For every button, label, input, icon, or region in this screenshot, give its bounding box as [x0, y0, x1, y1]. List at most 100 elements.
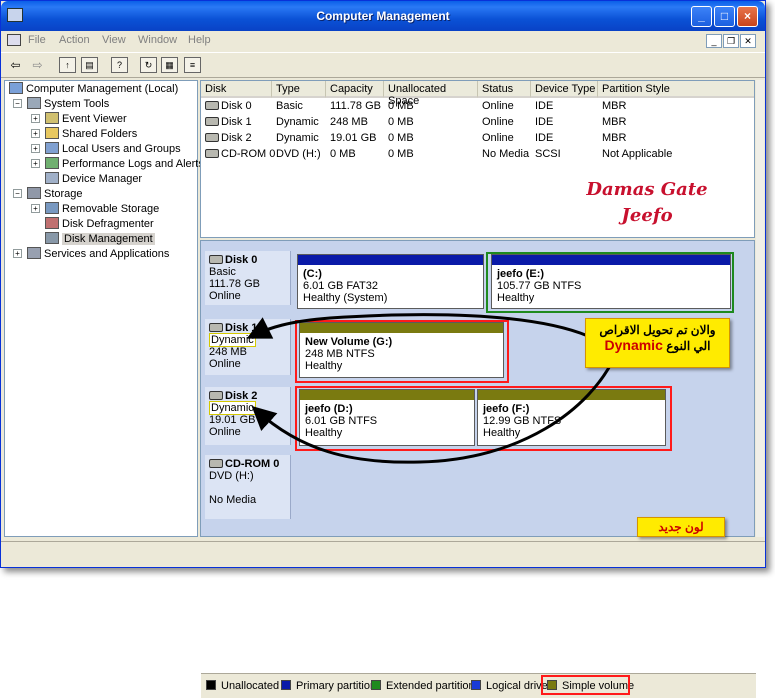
up-folder-icon[interactable]: ↑	[59, 57, 76, 73]
cell-text: 0 MB	[388, 132, 414, 144]
expand-icon[interactable]: +	[31, 204, 40, 213]
new-color-callout: لون جديد	[637, 517, 725, 537]
logical-swatch	[471, 680, 481, 690]
tree-event-viewer[interactable]: + Event Viewer	[31, 112, 127, 127]
tree-storage[interactable]: − Storage	[13, 187, 83, 202]
disk-row-cell: DVD (H:)	[276, 148, 321, 163]
menu-action[interactable]: Action	[59, 34, 90, 46]
unallocated-swatch	[206, 680, 216, 690]
disk-row-cell: MBR	[602, 100, 626, 115]
tree-disk-defragmenter[interactable]: Disk Defragmenter	[45, 217, 154, 232]
cell-text: CD-ROM 0	[221, 148, 276, 160]
primary-swatch	[281, 680, 291, 690]
menu-window[interactable]: Window	[138, 34, 177, 46]
menu-bar: File Action View Window Help _ ❐ ✕	[1, 31, 765, 51]
expand-icon[interactable]: +	[31, 159, 40, 168]
event-viewer-icon	[45, 112, 59, 124]
tree-local-users[interactable]: + Local Users and Groups	[31, 142, 181, 157]
cdrom-0-label[interactable]: CD-ROM 0 DVD (H:) No Media	[205, 455, 291, 519]
collapse-icon[interactable]: −	[13, 99, 22, 108]
menu-file[interactable]: File	[28, 34, 46, 46]
back-arrow-icon[interactable]: ⇦	[7, 57, 24, 73]
legend-primary: Primary partition	[281, 680, 376, 692]
tree-computer-management[interactable]: Computer Management (Local)	[9, 82, 178, 97]
expand-icon[interactable]: +	[13, 249, 22, 258]
cell-text: 19.01 GB	[330, 132, 377, 144]
tree-performance-logs[interactable]: + Performance Logs and Alerts	[31, 157, 204, 172]
cdrom-icon	[209, 459, 223, 468]
maximize-button[interactable]: □	[714, 6, 735, 27]
tree-removable-storage[interactable]: + Removable Storage	[31, 202, 159, 217]
show-hide-tree-icon[interactable]: ▤	[81, 57, 98, 73]
mdi-minimize-button[interactable]: _	[706, 34, 722, 48]
menu-view[interactable]: View	[102, 34, 126, 46]
cell-text: Online	[482, 100, 514, 112]
minimize-button[interactable]: _	[691, 6, 712, 27]
column-header-type[interactable]: Type	[272, 81, 326, 98]
disk-row-cell: Basic	[276, 100, 303, 115]
disk-row-name[interactable]: Disk 0	[205, 100, 252, 115]
forward-arrow-icon[interactable]: ⇨	[29, 57, 46, 73]
volume-e[interactable]: jeefo (E:) 105.77 GB NTFS Healthy	[491, 254, 731, 309]
disk-1-label[interactable]: Disk 1 Dynamic 248 MB Online	[205, 319, 291, 375]
tree-services-applications[interactable]: + Services and Applications	[13, 247, 169, 262]
cell-text: MBR	[602, 116, 627, 128]
column-header-status[interactable]: Status	[478, 81, 531, 98]
properties-icon[interactable]: ▦	[161, 57, 178, 73]
cell-text: MBR	[602, 100, 627, 112]
tree-disk-management[interactable]: Disk Management	[45, 232, 155, 247]
disk-row-cell: IDE	[535, 116, 553, 131]
menu-help[interactable]: Help	[188, 34, 211, 46]
cell-text: IDE	[535, 100, 554, 112]
users-icon	[45, 142, 59, 154]
disk-row-cell: MBR	[602, 116, 626, 131]
expand-icon[interactable]: +	[31, 129, 40, 138]
export-list-icon[interactable]: ≡	[184, 57, 201, 73]
column-header-partition-style[interactable]: Partition Style	[598, 81, 754, 98]
disk-row-cell: Online	[482, 116, 514, 131]
disk-row-name[interactable]: Disk 2	[205, 132, 252, 147]
help-icon[interactable]: ?	[111, 57, 128, 73]
disk-2-label[interactable]: Disk 2 Dynamic 19.01 GB Online	[205, 387, 291, 445]
column-header-capacity[interactable]: Capacity	[326, 81, 384, 98]
disk-row-cell: 0 MB	[330, 148, 356, 163]
disk-row-cell: MBR	[602, 132, 626, 147]
title-bar[interactable]: Computer Management _ □ ×	[1, 1, 765, 31]
volume-c[interactable]: (C:) 6.01 GB FAT32 Healthy (System)	[297, 254, 484, 309]
primary-partition-bar	[298, 255, 483, 265]
disk-row-name[interactable]: Disk 1	[205, 116, 252, 131]
tree-device-manager[interactable]: Device Manager	[45, 172, 142, 187]
column-header-device-type[interactable]: Device Type	[531, 81, 598, 98]
disk-0-label[interactable]: Disk 0 Basic 111.78 GB Online	[205, 251, 291, 305]
cell-text: Dynamic	[276, 116, 319, 128]
column-header-disk[interactable]: Disk	[201, 81, 272, 98]
status-bar	[1, 541, 765, 567]
disk-row-name[interactable]: CD-ROM 0	[205, 148, 275, 163]
cell-text: Online	[482, 132, 514, 144]
vertical-scrollbar[interactable]	[756, 80, 764, 537]
disk-row-cell: 0 MB	[388, 116, 414, 131]
mdi-restore-button[interactable]: ❐	[723, 34, 739, 48]
disk-icon	[205, 101, 219, 110]
disk-row-cell: Dynamic	[276, 132, 319, 147]
refresh-icon[interactable]: ↻	[140, 57, 157, 73]
folder-icon	[45, 127, 59, 139]
collapse-icon[interactable]: −	[13, 189, 22, 198]
tree-system-tools[interactable]: − System Tools	[13, 97, 109, 112]
cell-text: IDE	[535, 132, 554, 144]
defrag-icon	[45, 217, 59, 229]
mdi-close-button[interactable]: ✕	[740, 34, 756, 48]
disk-row-cell: IDE	[535, 132, 553, 147]
expand-icon[interactable]: +	[31, 144, 40, 153]
primary-partition-bar	[492, 255, 730, 265]
tools-icon	[27, 97, 41, 109]
column-header-unallocated[interactable]: Unallocated Space	[384, 81, 478, 107]
tree-shared-folders[interactable]: + Shared Folders	[31, 127, 137, 142]
expand-icon[interactable]: +	[31, 114, 40, 123]
highlight-box-disk2	[295, 386, 672, 451]
legend-unallocated: Unallocated	[206, 680, 279, 692]
disk-row-cell: IDE	[535, 100, 553, 115]
mdi-app-icon[interactable]	[7, 34, 21, 46]
cell-text: 0 MB	[388, 116, 414, 128]
close-button[interactable]: ×	[737, 6, 758, 27]
